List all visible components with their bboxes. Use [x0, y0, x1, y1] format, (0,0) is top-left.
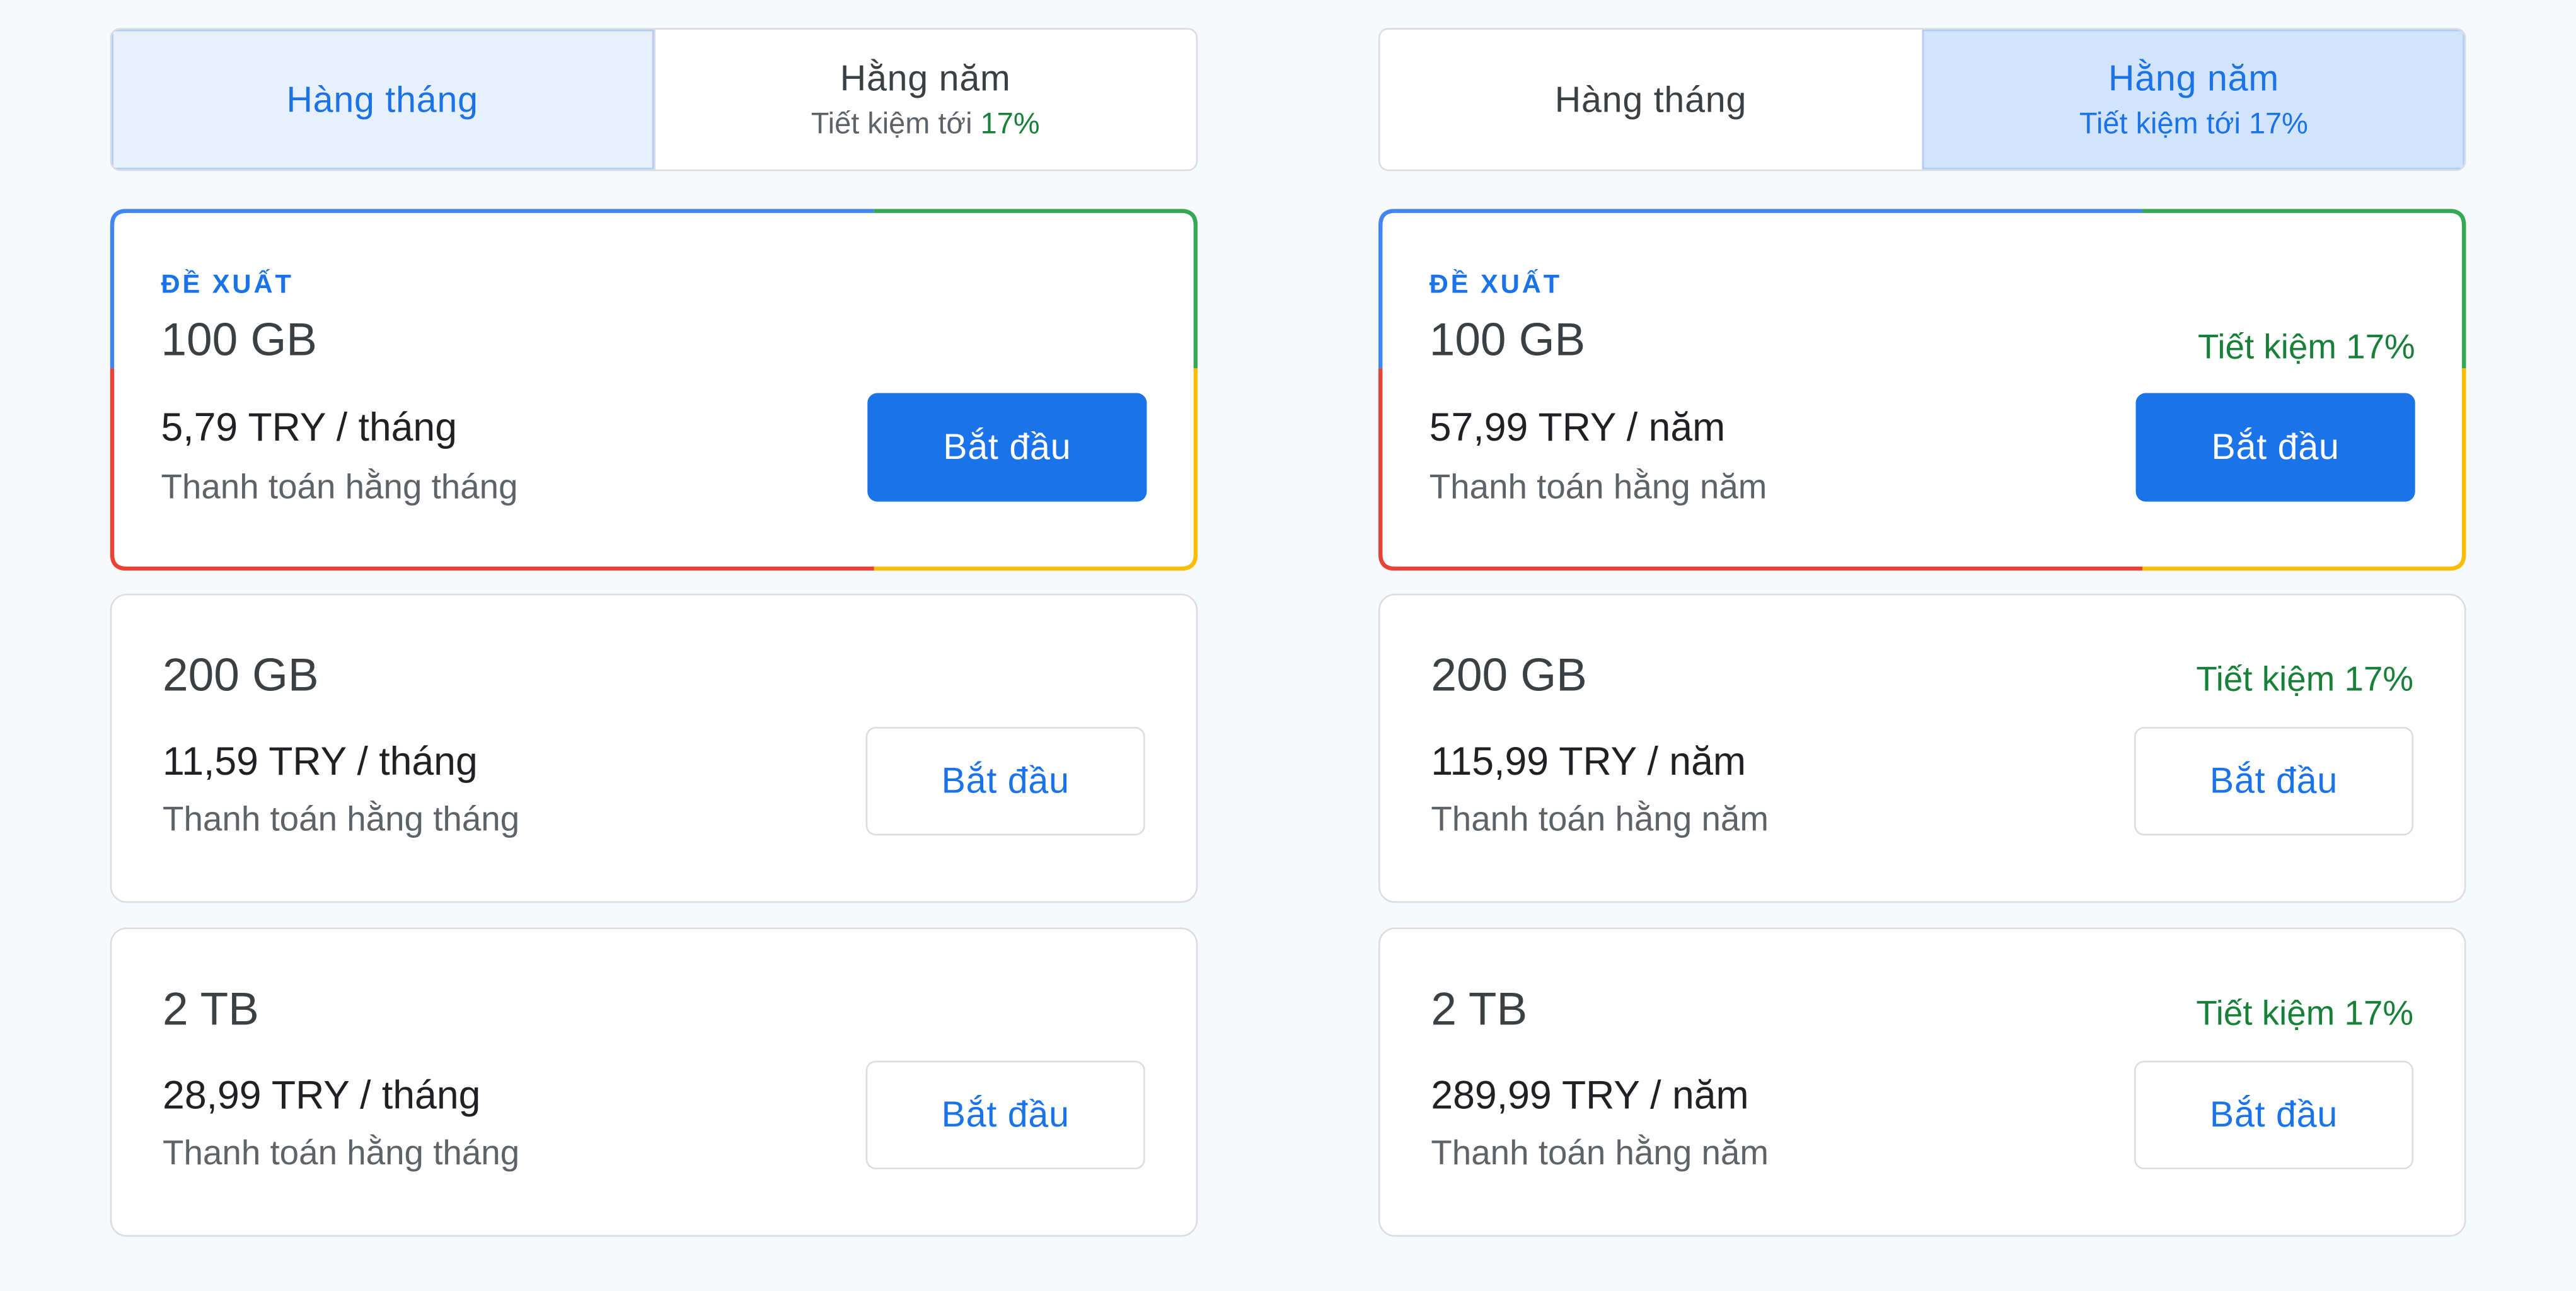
- plan-size: 200 GB: [163, 649, 319, 701]
- plan-price: 5,79 TRY / tháng: [161, 406, 458, 451]
- start-button[interactable]: Bắt đầu: [865, 1060, 1145, 1169]
- plan-card-recommended: ĐỀ XUẤT 100 GB Tiết kiệm 17% 57,99 TRY /…: [1378, 209, 2466, 571]
- start-button[interactable]: Bắt đầu: [867, 393, 1147, 502]
- savings-label: Tiết kiệm 17%: [2197, 328, 2415, 367]
- start-button[interactable]: Bắt đầu: [2134, 1060, 2414, 1169]
- plan-price: 57,99 TRY / năm: [1429, 406, 1726, 451]
- yearly-option-label: Hằng năm: [2108, 57, 2279, 99]
- recommended-badge: ĐỀ XUẤT: [1429, 271, 1562, 299]
- google-colors-border: [1378, 209, 2466, 571]
- yearly-savings-pct: 17%: [2248, 107, 2308, 140]
- yearly-savings-note: Tiết kiệm tới 17%: [811, 107, 1040, 142]
- billing-period-toggle: Hàng tháng Hằng năm Tiết kiệm tới 17%: [110, 28, 1198, 171]
- plan-billing-note: Thanh toán hằng tháng: [163, 1135, 520, 1173]
- plan-price: 289,99 TRY / năm: [1431, 1074, 1749, 1119]
- plan-size: 2 TB: [163, 983, 259, 1034]
- plan-price: 115,99 TRY / năm: [1431, 740, 1747, 785]
- savings-label: Tiết kiệm 17%: [2196, 661, 2414, 699]
- start-button[interactable]: Bắt đầu: [2135, 393, 2415, 502]
- plan-card: 2 TB Tiết kiệm 17% 289,99 TRY / năm Than…: [1378, 927, 2466, 1237]
- plan-billing-note: Thanh toán hằng năm: [1431, 801, 1769, 839]
- yearly-savings-prefix: Tiết kiệm tới: [2079, 107, 2249, 140]
- google-colors-border: [110, 209, 1198, 571]
- start-button[interactable]: Bắt đầu: [2134, 727, 2414, 836]
- plan-card: 200 GB 11,59 TRY / tháng Thanh toán hằng…: [110, 593, 1198, 903]
- plan-size: 2 TB: [1431, 983, 1528, 1034]
- monthly-option-label: Hàng tháng: [286, 78, 478, 120]
- yearly-option-label: Hằng năm: [840, 57, 1011, 99]
- plan-price: 28,99 TRY / tháng: [163, 1074, 481, 1119]
- monthly-option-label: Hàng tháng: [1554, 78, 1747, 120]
- savings-label: Tiết kiệm 17%: [2196, 995, 2414, 1033]
- billing-period-toggle: Hàng tháng Hằng năm Tiết kiệm tới 17%: [1378, 28, 2466, 171]
- plan-size: 100 GB: [161, 314, 317, 366]
- yearly-option[interactable]: Hằng năm Tiết kiệm tới 17%: [1921, 29, 2464, 170]
- plan-billing-note: Thanh toán hằng năm: [1431, 1135, 1769, 1173]
- plan-billing-note: Thanh toán hằng tháng: [163, 801, 520, 839]
- yearly-savings-pct: 17%: [980, 107, 1040, 140]
- page: Hàng tháng Hằng năm Tiết kiệm tới 17% ĐỀ…: [0, 0, 2576, 1291]
- plan-price: 11,59 TRY / tháng: [163, 740, 478, 785]
- yearly-savings-prefix: Tiết kiệm tới: [811, 107, 981, 140]
- monthly-option[interactable]: Hàng tháng: [1380, 30, 1922, 170]
- start-button[interactable]: Bắt đầu: [865, 727, 1145, 836]
- plan-size: 100 GB: [1429, 314, 1586, 366]
- plan-card: 200 GB Tiết kiệm 17% 115,99 TRY / năm Th…: [1378, 593, 2466, 903]
- plan-card: 2 TB 28,99 TRY / tháng Thanh toán hằng t…: [110, 927, 1198, 1237]
- plan-billing-note: Thanh toán hằng năm: [1429, 468, 1767, 507]
- monthly-option[interactable]: Hàng tháng: [112, 29, 654, 170]
- yearly-savings-note: Tiết kiệm tới 17%: [2079, 107, 2308, 142]
- plan-size: 200 GB: [1431, 649, 1587, 701]
- plan-billing-note: Thanh toán hằng tháng: [161, 468, 518, 507]
- plan-card-recommended: ĐỀ XUẤT 100 GB 5,79 TRY / tháng Thanh to…: [110, 209, 1198, 571]
- recommended-badge: ĐỀ XUẤT: [161, 271, 294, 299]
- yearly-option[interactable]: Hằng năm Tiết kiệm tới 17%: [653, 29, 1196, 170]
